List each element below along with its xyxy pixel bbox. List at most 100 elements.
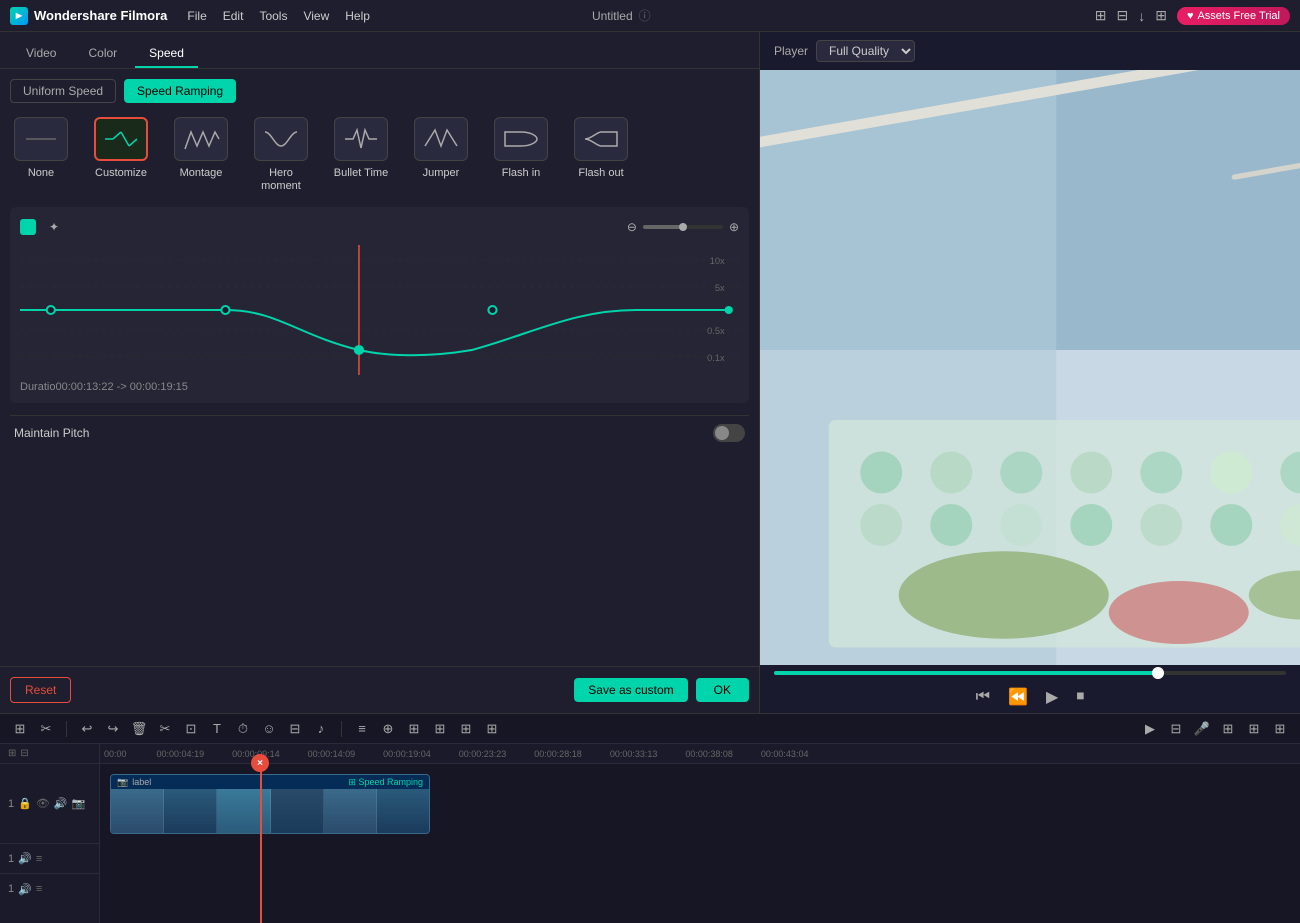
speed-section: Uniform Speed Speed Ramping None [0,69,759,666]
menu-file[interactable]: File [187,9,206,23]
tl-text-btn[interactable]: T [207,721,227,736]
audio-vol-icon[interactable]: ≡ [36,853,42,865]
track-lock-icon[interactable]: 🔒 [18,797,32,810]
tl-clip-btn[interactable]: ⏱ [233,721,253,737]
menu-tools[interactable]: Tools [259,9,287,23]
menu-help[interactable]: Help [345,9,370,23]
tab-color[interactable]: Color [74,40,131,68]
tl-redo-btn[interactable]: ↪ [103,721,123,737]
ruler-mark-1: 00:00:04:19 [157,749,205,759]
speed-presets: None Customize [10,117,749,193]
timeline-ruler[interactable]: 00:00 00:00:04:19 00:00:09:14 00:00:14:0… [100,744,1300,764]
track-content: × 📷 label ⊞ Speed Ramping [100,764,1300,923]
preset-none-icon [14,117,68,161]
tl-audio2-btn[interactable]: ≡ [352,721,372,736]
preset-flash-out[interactable]: Flash out [570,117,632,193]
link-track-icon[interactable]: ⊟ [20,748,28,759]
layout-icon[interactable]: ⊟ [1116,7,1128,24]
tl-razor-tool[interactable]: ✂ [36,721,56,737]
playhead-marker[interactable]: × [251,754,269,772]
tl-overlay-btn[interactable]: ⊟ [285,721,305,737]
video-clip[interactable]: 📷 label ⊞ Speed Ramping [110,774,430,834]
tl-fx-btn[interactable]: ⊞ [1244,721,1264,737]
tl-marker-btn[interactable]: ⊞ [430,721,450,737]
tl-emoji-btn[interactable]: ☺ [259,721,279,736]
preset-jumper[interactable]: Jumper [410,117,472,193]
timeline-body: ⊞ ⊟ 1 🔒 👁 🔊 📷 1 🔊 ≡ 1 🔊 ≡ [0,744,1300,923]
tl-export-btn[interactable]: ⊞ [1218,721,1238,737]
tl-settings-btn[interactable]: ⊞ [1270,721,1290,737]
toggle-knob [715,426,729,440]
audio-mute-icon[interactable]: 🔊 [18,852,32,865]
svg-text:0.5x: 0.5x [707,326,725,336]
tl-select-tool[interactable]: ⊞ [10,721,30,737]
graph-star-btn[interactable]: ✦ [44,217,64,237]
save-custom-button[interactable]: Save as custom [574,678,687,702]
tl-audio-btn[interactable]: ♪ [311,721,331,736]
zoom-out-btn[interactable]: ⊖ [627,220,637,234]
tl-mic-btn[interactable]: 🎤 [1192,721,1212,737]
right-panel: Player Full Quality 1/2 Quality 1/4 Qual… [760,32,1300,713]
grid-icon[interactable]: ⊞ [1155,7,1167,24]
uniform-speed-btn[interactable]: Uniform Speed [10,79,116,103]
preset-customize-icon [94,117,148,161]
zoom-handle[interactable] [679,223,687,231]
tab-speed[interactable]: Speed [135,40,198,68]
track-camera-icon[interactable]: 📷 [72,797,86,810]
step-back-button[interactable]: ⏪ [1008,687,1028,707]
tl-speed-btn[interactable]: ⊕ [378,721,398,737]
tl-play-btn[interactable]: ▶ [1140,721,1160,737]
skip-back-button[interactable]: ⏮ [976,688,990,706]
track-audio-icon[interactable]: 🔊 [54,797,68,810]
progress-bar[interactable] [774,671,1286,675]
preset-flash-out-icon [574,117,628,161]
preset-hero[interactable]: Hero moment [250,117,312,193]
preset-bullet[interactable]: Bullet Time [330,117,392,193]
ok-button[interactable]: OK [696,678,749,702]
tl-more-btn[interactable]: ⊞ [482,721,502,737]
toolbar-sep-1 [66,721,67,737]
action-buttons: Save as custom OK [574,678,749,702]
speed-ramping-btn[interactable]: Speed Ramping [124,79,236,103]
preset-montage-icon [174,117,228,161]
preset-none[interactable]: None [10,117,72,193]
reset-button[interactable]: Reset [10,677,71,703]
track-eye-icon[interactable]: 👁 [36,797,50,810]
tl-undo-btn[interactable]: ↩ [77,721,97,737]
audio2-track-num: 1 [8,883,14,895]
preset-jumper-icon [414,117,468,161]
assets-trial-button[interactable]: ♥ Assets Free Trial [1177,7,1290,25]
audio2-vol-icon[interactable]: ≡ [36,883,42,895]
preset-hero-icon [254,117,308,161]
tl-snap-btn[interactable]: ⊞ [404,721,424,737]
progress-handle[interactable] [1152,667,1164,679]
preset-montage[interactable]: Montage [170,117,232,193]
clip-frames [111,789,429,834]
audio2-mute-icon[interactable]: 🔊 [18,883,32,896]
maintain-pitch-toggle[interactable] [713,424,745,442]
graph-color-btn[interactable] [20,219,36,235]
ruler-mark-8: 00:00:38:08 [685,749,733,759]
graph-area[interactable]: 10x 5x 0.5x 0.1x [20,245,739,375]
stop-button[interactable]: ⏹ [1076,688,1084,706]
preset-customize-label: Customize [95,167,147,180]
preset-flash-in[interactable]: Flash in [490,117,552,193]
toolbar-sep-2 [341,721,342,737]
tl-split-btn[interactable]: ✂ [155,721,175,737]
preset-customize[interactable]: Customize [90,117,152,193]
tl-crop-btn[interactable]: ⊡ [181,721,201,737]
tl-link-btn[interactable]: ⊞ [456,721,476,737]
tl-delete-btn[interactable]: 🗑 [129,721,149,737]
add-track-icon[interactable]: ⊞ [8,748,16,759]
monitor-icon[interactable]: ⊞ [1095,7,1107,24]
menu-view[interactable]: View [303,9,329,23]
zoom-slider[interactable] [643,225,723,229]
menu-edit[interactable]: Edit [223,9,244,23]
menu-bar: File Edit Tools View Help [187,9,370,23]
quality-select[interactable]: Full Quality 1/2 Quality 1/4 Quality [816,40,915,62]
play-button[interactable]: ▶ [1046,687,1058,707]
download-icon[interactable]: ↓ [1138,8,1145,24]
zoom-in-btn[interactable]: ⊕ [729,220,739,234]
tl-bookmark-btn[interactable]: ⊟ [1166,721,1186,737]
tab-video[interactable]: Video [12,40,70,68]
